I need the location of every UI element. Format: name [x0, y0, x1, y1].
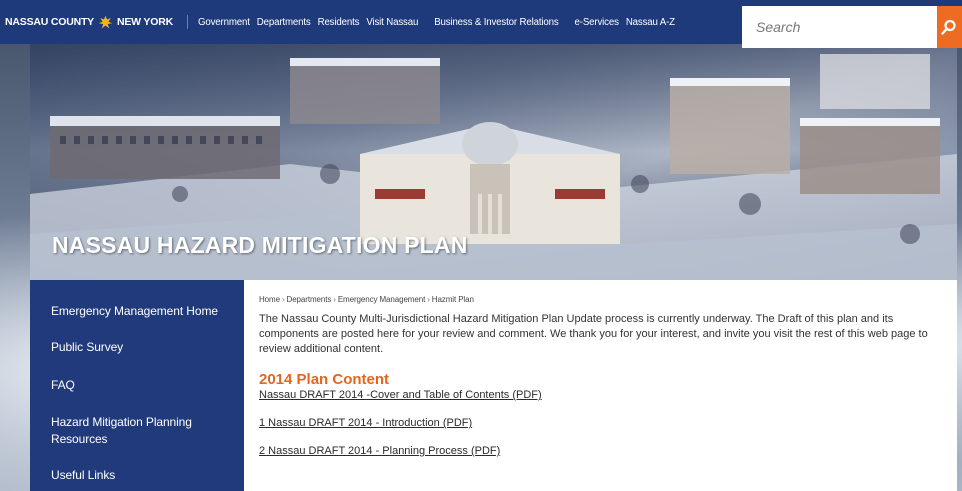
top-navigation-bar: NASSAU COUNTY NEW YORK Government Depart…: [0, 0, 962, 48]
sidebar-item-emergency-management-home[interactable]: Emergency Management Home: [30, 304, 244, 318]
breadcrumb-separator: ›: [427, 295, 430, 304]
county-brand[interactable]: NASSAU COUNTY NEW YORK: [0, 15, 173, 30]
brand-divider: [186, 15, 188, 29]
breadcrumb-current: Hazmit Plan: [431, 295, 474, 304]
main-nav: Government Departments Residents Visit N…: [198, 17, 682, 28]
hero-banner: NASSAU HAZARD MITIGATION PLAN: [30, 44, 957, 280]
page-title: NASSAU HAZARD MITIGATION PLAN: [52, 232, 468, 258]
brand-county-name: NASSAU COUNTY: [5, 16, 94, 28]
nav-business[interactable]: Business & Investor Relations: [434, 17, 558, 28]
nav-visit-nassau[interactable]: Visit Nassau: [366, 17, 418, 28]
nav-e-services[interactable]: e-Services: [575, 17, 619, 28]
search-button[interactable]: [937, 6, 962, 48]
sidebar: Emergency Management Home Public Survey …: [30, 280, 244, 491]
document-link-planning-process[interactable]: 2 Nassau DRAFT 2014 - Planning Process (…: [259, 445, 942, 457]
nav-residents[interactable]: Residents: [318, 17, 360, 28]
breadcrumb-home[interactable]: Home: [259, 295, 280, 304]
nav-nassau-a-z[interactable]: Nassau A-Z: [626, 17, 675, 28]
document-link-introduction[interactable]: 1 Nassau DRAFT 2014 - Introduction (PDF): [259, 417, 942, 429]
sidebar-item-faq[interactable]: FAQ: [30, 378, 244, 392]
nav-departments[interactable]: Departments: [257, 17, 311, 28]
search-icon: [941, 19, 956, 35]
breadcrumb-departments[interactable]: Departments: [287, 295, 332, 304]
county-seal-icon: [98, 15, 113, 28]
nav-government[interactable]: Government: [198, 17, 250, 28]
breadcrumb-separator: ›: [281, 295, 285, 304]
document-link-cover-toc[interactable]: Nassau DRAFT 2014 -Cover and Table of Co…: [259, 389, 942, 401]
sidebar-item-useful-links[interactable]: Useful Links: [30, 468, 244, 482]
main-content: Home › Departments › Emergency Management › Ha…: [244, 280, 957, 491]
section-title: 2014 Plan Content: [259, 371, 390, 388]
sidebar-item-hazard-mitigation-planning-resources[interactable]: Hazard Mitigation Planning Resources: [30, 414, 244, 448]
search-input[interactable]: [742, 6, 937, 48]
breadcrumb-emergency-management[interactable]: Emergency Management: [338, 295, 425, 304]
sidebar-item-public-survey[interactable]: Public Survey: [30, 340, 244, 354]
brand-state-name: NEW YORK: [117, 16, 173, 28]
breadcrumb-separator: ›: [333, 295, 336, 304]
breadcrumb: Home › Departments › Emergency Management › Ha…: [259, 295, 942, 304]
intro-paragraph: The Nassau County Multi-Jurisdictional H…: [259, 313, 928, 355]
